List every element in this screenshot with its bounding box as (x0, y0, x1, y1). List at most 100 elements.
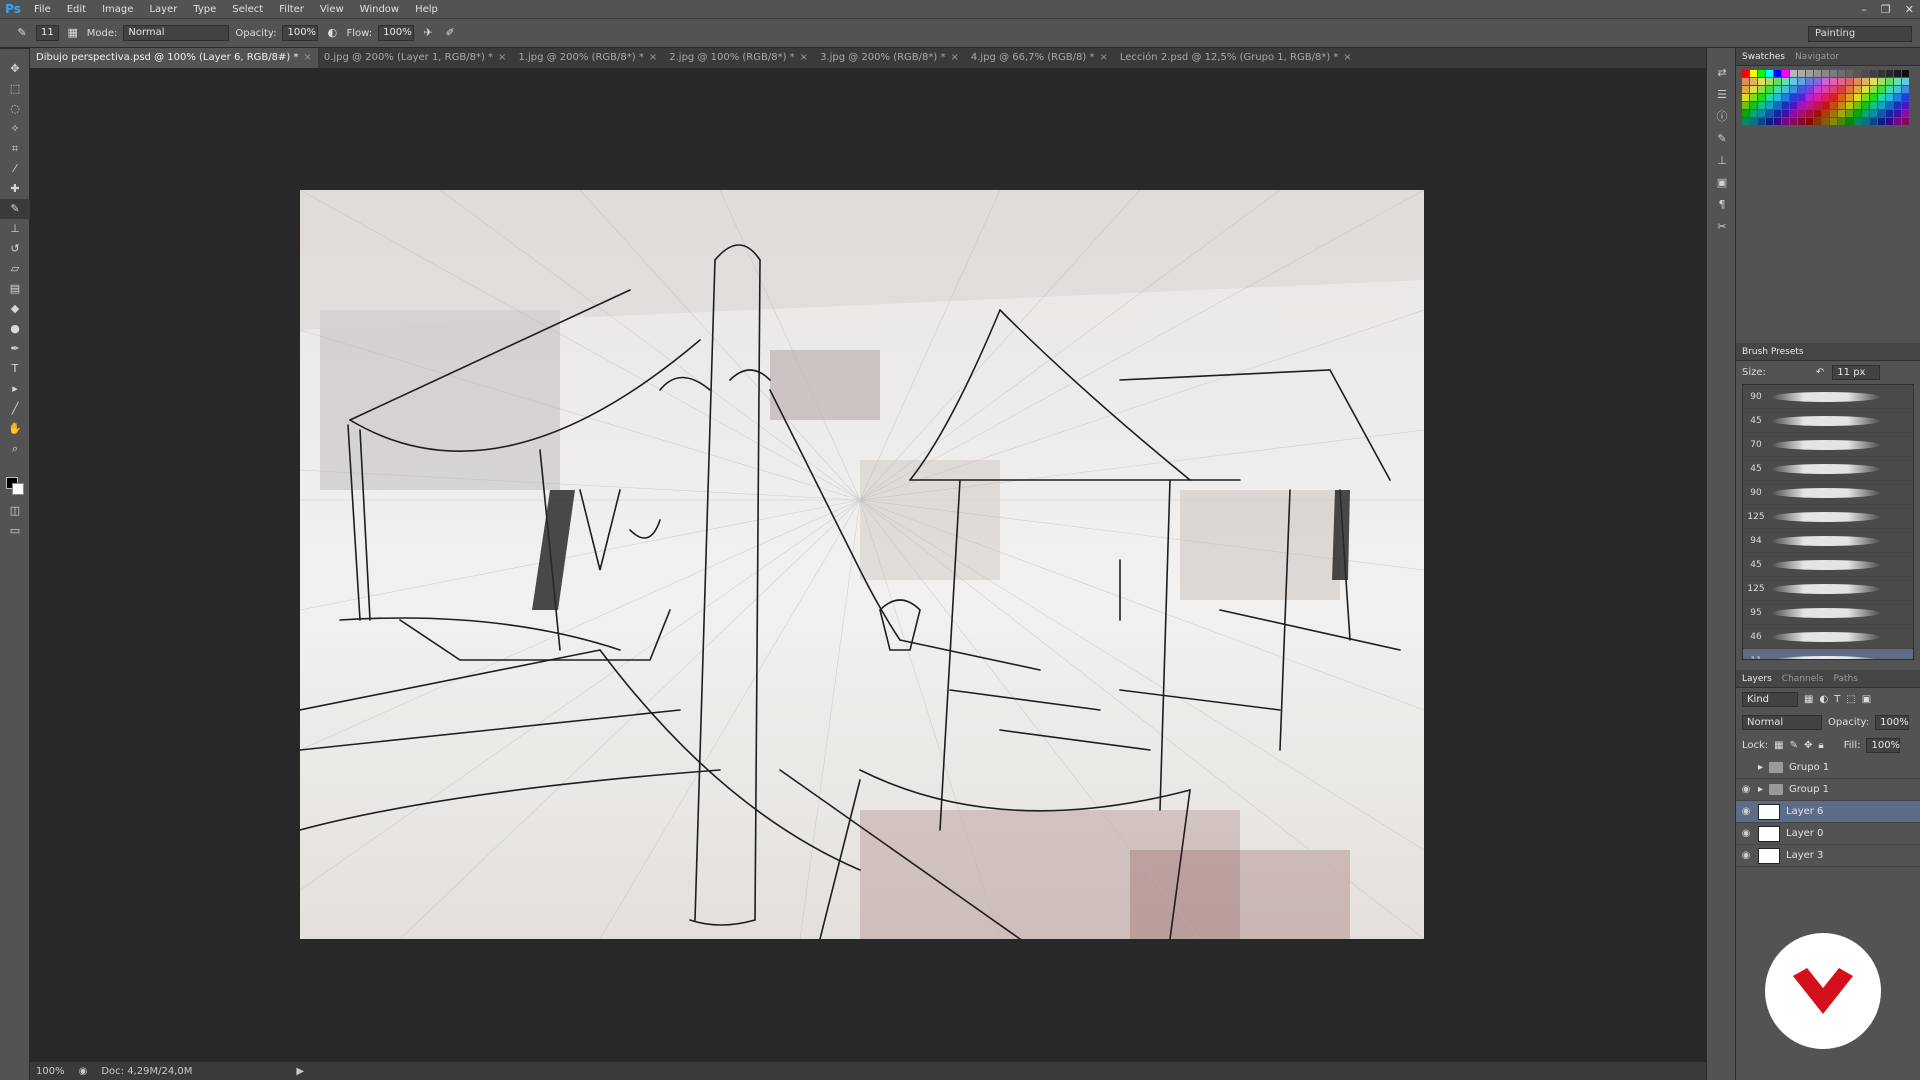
zoom-tool-icon[interactable]: ⌕ (0, 439, 30, 459)
visibility-eye-icon[interactable]: ◉ (1740, 806, 1752, 817)
color-swatch[interactable] (1750, 110, 1757, 117)
color-swatch[interactable] (1798, 118, 1805, 125)
lock-image-icon[interactable]: ✎ (1790, 740, 1798, 751)
color-swatch[interactable] (1806, 78, 1813, 85)
tab-layers[interactable]: Layers (1742, 674, 1772, 684)
color-swatch[interactable] (1870, 118, 1877, 125)
color-swatch[interactable] (1902, 118, 1909, 125)
document-tab[interactable]: 1.jpg @ 200% (RGB/8*) * × (512, 48, 663, 68)
color-swatch[interactable] (1790, 94, 1797, 101)
tab-brush-presets[interactable]: Brush Presets (1742, 347, 1804, 357)
color-swatch[interactable] (1886, 110, 1893, 117)
color-swatch[interactable] (1750, 102, 1757, 109)
color-swatch[interactable] (1846, 86, 1853, 93)
color-swatch[interactable] (1862, 118, 1869, 125)
color-swatch[interactable] (1814, 78, 1821, 85)
flow-field[interactable]: 100% (378, 25, 415, 41)
color-swatch[interactable] (1766, 70, 1773, 77)
dodge-tool-icon[interactable]: ● (0, 319, 30, 339)
layer-row[interactable]: ◉ Layer 0 (1736, 823, 1920, 845)
menu-filter[interactable]: Filter (271, 4, 312, 15)
color-swatch[interactable] (1846, 118, 1853, 125)
color-swatch[interactable] (1750, 70, 1757, 77)
eyedropper-tool-icon[interactable]: ⁄ (0, 159, 30, 179)
color-swatch[interactable] (1830, 94, 1837, 101)
color-swatch[interactable] (1750, 78, 1757, 85)
color-swatch[interactable] (1870, 110, 1877, 117)
menu-view[interactable]: View (312, 4, 352, 15)
color-swatch[interactable] (1758, 94, 1765, 101)
color-swatch[interactable] (1878, 94, 1885, 101)
color-swatch[interactable] (1838, 70, 1845, 77)
path-selection-tool-icon[interactable]: ▸ (0, 379, 30, 399)
color-swatch[interactable] (1774, 110, 1781, 117)
color-swatch[interactable] (1854, 86, 1861, 93)
color-swatch[interactable] (1742, 118, 1749, 125)
color-swatch[interactable] (1774, 86, 1781, 93)
color-swatch[interactable] (1894, 78, 1901, 85)
menu-window[interactable]: Window (352, 4, 407, 15)
color-swatch[interactable] (1902, 78, 1909, 85)
layer-opacity-field[interactable]: 100% (1875, 715, 1910, 730)
color-swatch[interactable] (1742, 94, 1749, 101)
color-swatch[interactable] (1862, 70, 1869, 77)
brush-preset-item[interactable]: 125 (1743, 577, 1913, 601)
color-swatch[interactable] (1798, 94, 1805, 101)
brush-preset-item[interactable]: 45 (1743, 457, 1913, 481)
move-tool-icon[interactable]: ✥ (0, 59, 30, 79)
color-swatch[interactable] (1846, 110, 1853, 117)
brush-tool-icon[interactable]: ✎ (0, 199, 30, 219)
brush-preset-item[interactable]: 95 (1743, 601, 1913, 625)
color-swatch[interactable] (1894, 118, 1901, 125)
color-swatch[interactable] (1846, 78, 1853, 85)
brush-preset-item[interactable]: 11 (1743, 649, 1913, 659)
color-swatch[interactable] (1902, 70, 1909, 77)
color-swatch[interactable] (1862, 102, 1869, 109)
document-tab[interactable]: Dibujo perspectiva.psd @ 100% (Layer 6, … (30, 48, 318, 68)
color-swatch[interactable] (1822, 94, 1829, 101)
minimize-icon[interactable]: – (1861, 3, 1867, 16)
color-swatch[interactable] (1782, 86, 1789, 93)
tab-close-icon[interactable]: × (498, 52, 506, 63)
color-swatch[interactable] (1790, 78, 1797, 85)
color-swatch[interactable] (1774, 102, 1781, 109)
document-canvas[interactable] (300, 190, 1424, 939)
color-swatch[interactable] (1790, 86, 1797, 93)
color-swatch[interactable] (1846, 94, 1853, 101)
color-swatch[interactable] (1806, 102, 1813, 109)
hand-tool-icon[interactable]: ✋ (0, 419, 30, 439)
color-swatch[interactable] (1782, 70, 1789, 77)
color-swatch[interactable] (1766, 102, 1773, 109)
color-swatch[interactable] (1806, 94, 1813, 101)
color-swatch[interactable] (1790, 70, 1797, 77)
color-swatch[interactable] (1782, 94, 1789, 101)
color-swatch[interactable] (1846, 70, 1853, 77)
brush-preset-item[interactable]: 94 (1743, 529, 1913, 553)
quick-selection-tool-icon[interactable]: ✧ (0, 119, 30, 139)
color-swatch[interactable] (1878, 78, 1885, 85)
color-swatch[interactable] (1750, 94, 1757, 101)
color-swatch[interactable] (1838, 110, 1845, 117)
color-swatch[interactable] (1814, 102, 1821, 109)
document-tab[interactable]: 4.jpg @ 66,7% (RGB/8) * × (965, 48, 1114, 68)
color-swatch[interactable] (1798, 86, 1805, 93)
color-swatch[interactable] (1766, 118, 1773, 125)
layer-row[interactable]: ◉ Layer 3 (1736, 845, 1920, 867)
color-swatch[interactable] (1886, 78, 1893, 85)
pressure-size-icon[interactable]: ✐ (442, 25, 458, 41)
workspace-select[interactable]: Painting (1808, 26, 1912, 42)
color-swatch[interactable] (1894, 86, 1901, 93)
color-swatch[interactable] (1862, 94, 1869, 101)
color-swatch[interactable] (1854, 70, 1861, 77)
pressure-opacity-icon[interactable]: ◐ (324, 25, 340, 41)
color-swatch[interactable] (1878, 86, 1885, 93)
layer-row[interactable]: ▸ Grupo 1 (1736, 757, 1920, 779)
marquee-tool-icon[interactable]: ⬚ (0, 79, 30, 99)
tab-navigator[interactable]: Navigator (1795, 52, 1839, 62)
color-swatch[interactable] (1878, 102, 1885, 109)
layer-kind-filter[interactable]: Kind (1742, 692, 1798, 707)
tab-close-icon[interactable]: × (1343, 52, 1351, 63)
color-swatch[interactable] (1766, 86, 1773, 93)
color-swatch[interactable] (1886, 118, 1893, 125)
tab-close-icon[interactable]: × (1099, 52, 1107, 63)
